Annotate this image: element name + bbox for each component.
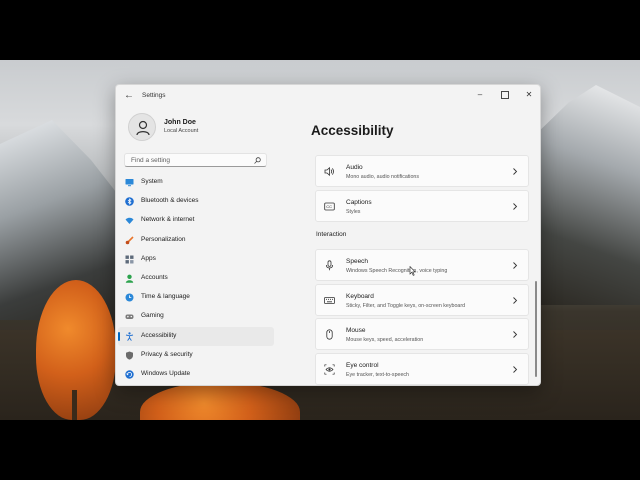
sidebar-item-label: Gaming bbox=[141, 312, 164, 320]
sidebar-item-time-language[interactable]: Time & language bbox=[118, 288, 274, 307]
sidebar-item-personalization[interactable]: Personalization bbox=[118, 231, 274, 250]
sidebar-item-label: Privacy & security bbox=[141, 350, 193, 358]
card-title: Mouse bbox=[346, 327, 366, 334]
chevron-right-icon bbox=[513, 203, 518, 210]
setting-card-eye-control[interactable]: Eye control Eye tracker, text-to-speech bbox=[315, 353, 529, 385]
keyboard-icon bbox=[324, 297, 335, 304]
chevron-right-icon bbox=[513, 297, 518, 304]
sidebar-item-label: System bbox=[141, 178, 163, 185]
accessibility-icon bbox=[125, 331, 134, 341]
sidebar-item-accessibility[interactable]: Accessibility bbox=[118, 326, 274, 346]
sidebar-item-accounts[interactable]: Accounts bbox=[118, 269, 274, 288]
tree-trunk bbox=[72, 390, 77, 420]
back-arrow-icon[interactable]: ← bbox=[122, 89, 136, 103]
card-title: Audio bbox=[346, 164, 363, 171]
sidebar-item-label: Windows Update bbox=[141, 369, 191, 377]
setting-card-keyboard[interactable]: Keyboard Sticky, Filter, and Toggle keys… bbox=[315, 284, 529, 316]
captions-icon: CC bbox=[324, 202, 335, 211]
apps-grid-icon bbox=[125, 255, 134, 264]
card-title: Keyboard bbox=[346, 293, 374, 300]
sidebar-item-label: Network & internet bbox=[141, 216, 195, 224]
user-name: John Doe bbox=[164, 119, 196, 126]
setting-card-captions[interactable]: CC Captions Styles bbox=[315, 190, 529, 222]
setting-card-mouse[interactable]: Mouse Mouse keys, speed, acceleration bbox=[315, 318, 529, 350]
section-heading-interaction: Interaction bbox=[316, 231, 347, 238]
maximize-icon[interactable] bbox=[493, 88, 517, 102]
avatar bbox=[128, 113, 156, 141]
sidebar-item-label: Accessibility bbox=[141, 331, 177, 339]
card-subtitle: Windows Speech Recognition, voice typing bbox=[346, 268, 448, 274]
system-monitor-icon bbox=[125, 179, 134, 187]
search-placeholder: Find a setting bbox=[131, 157, 171, 164]
card-title: Speech bbox=[346, 258, 369, 265]
mouse-icon bbox=[326, 329, 333, 340]
card-subtitle: Mouse keys, speed, acceleration bbox=[346, 337, 424, 343]
sidebar-item-apps[interactable]: Apps bbox=[118, 250, 274, 269]
sidebar-item-system[interactable]: System bbox=[118, 173, 274, 192]
svg-text:CC: CC bbox=[326, 204, 332, 209]
person-icon bbox=[136, 120, 150, 136]
game-controller-icon bbox=[125, 314, 134, 320]
mountain-right bbox=[530, 85, 640, 305]
chevron-right-icon bbox=[513, 168, 518, 175]
settings-window: ← Settings – ✕ John Doe Local Account Fi… bbox=[115, 84, 541, 386]
chevron-right-icon bbox=[513, 262, 518, 269]
sidebar-item-windows-update[interactable]: Windows Update bbox=[118, 365, 274, 384]
sidebar-item-network[interactable]: Network & internet bbox=[118, 211, 274, 230]
chevron-right-icon bbox=[513, 366, 518, 373]
chevron-right-icon bbox=[513, 331, 518, 338]
account-icon bbox=[125, 274, 134, 283]
sidebar-nav: System Bluetooth & devices Network & int… bbox=[116, 173, 276, 384]
sidebar-item-bluetooth[interactable]: Bluetooth & devices bbox=[118, 192, 274, 211]
card-subtitle: Mono audio, audio notifications bbox=[346, 174, 420, 180]
account-type: Local Account bbox=[164, 128, 199, 134]
title-bar: ← Settings – ✕ bbox=[116, 85, 540, 107]
setting-card-audio[interactable]: Audio Mono audio, audio notifications bbox=[315, 155, 529, 187]
card-title: Eye control bbox=[346, 362, 379, 369]
update-icon bbox=[125, 370, 134, 379]
sidebar-item-gaming[interactable]: Gaming bbox=[118, 307, 274, 326]
card-subtitle: Eye tracker, text-to-speech bbox=[346, 372, 410, 378]
clock-globe-icon bbox=[125, 293, 134, 302]
sidebar-item-label: Time & language bbox=[141, 293, 190, 301]
setting-card-speech[interactable]: Speech Windows Speech Recognition, voice… bbox=[315, 249, 529, 281]
wifi-icon bbox=[125, 218, 134, 225]
search-icon[interactable] bbox=[254, 157, 261, 164]
card-subtitle: Styles bbox=[346, 209, 361, 215]
text-cursor-icon bbox=[409, 266, 416, 276]
shield-icon bbox=[126, 351, 133, 360]
speaker-icon bbox=[324, 166, 334, 177]
minimize-icon[interactable]: – bbox=[468, 88, 492, 102]
sidebar-item-label: Bluetooth & devices bbox=[141, 197, 199, 205]
card-title: Captions bbox=[346, 199, 372, 206]
user-profile[interactable]: John Doe Local Account bbox=[128, 113, 288, 141]
microphone-icon bbox=[326, 260, 333, 271]
app-title: Settings bbox=[142, 92, 166, 99]
close-icon[interactable]: ✕ bbox=[517, 88, 540, 102]
eye-control-icon bbox=[324, 364, 335, 375]
card-subtitle: Sticky, Filter, and Toggle keys, on-scre… bbox=[346, 303, 466, 309]
scrollbar[interactable] bbox=[535, 281, 537, 377]
sidebar-item-label: Personalization bbox=[141, 235, 186, 243]
sidebar-item-privacy[interactable]: Privacy & security bbox=[118, 346, 274, 365]
sidebar-item-label: Apps bbox=[141, 254, 156, 262]
bluetooth-icon bbox=[125, 197, 134, 206]
page-title: Accessibility bbox=[311, 123, 394, 138]
paintbrush-icon bbox=[125, 235, 134, 244]
search-input[interactable]: Find a setting bbox=[124, 153, 267, 167]
sidebar-item-label: Accounts bbox=[141, 273, 168, 281]
